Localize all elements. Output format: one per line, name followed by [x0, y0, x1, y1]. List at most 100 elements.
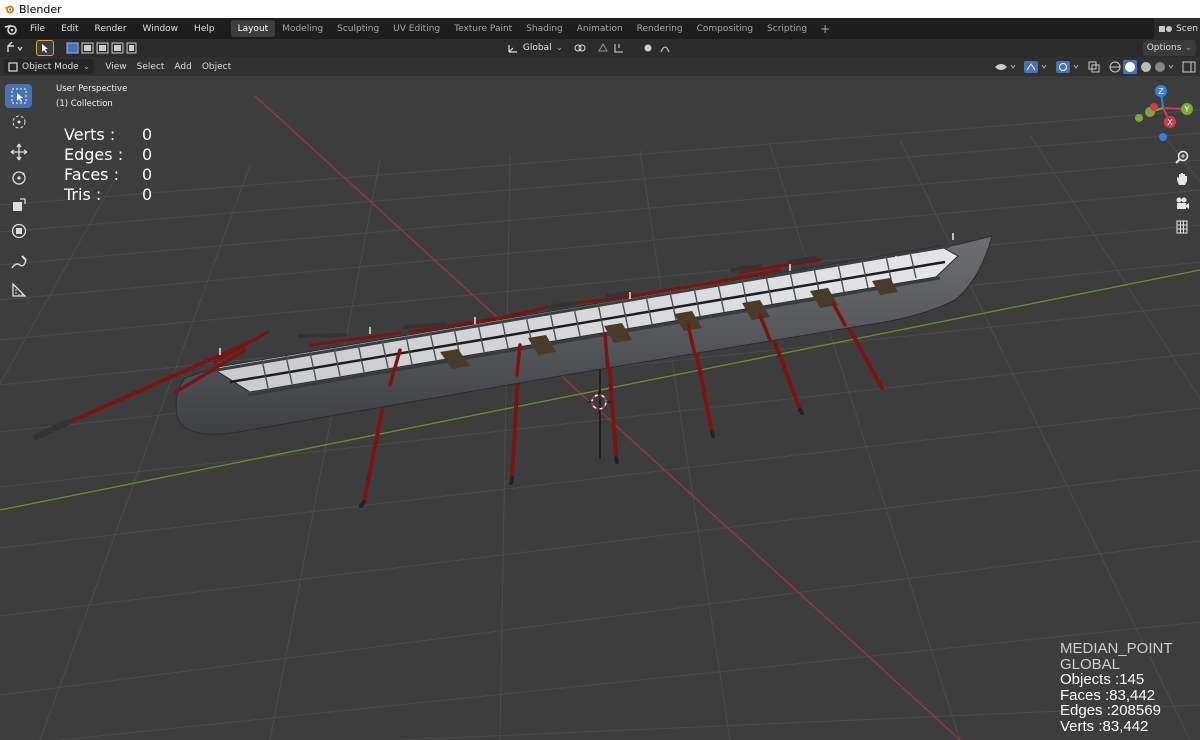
- 3d-viewport[interactable]: Z Y X User Perspective (1) Collection Ve…: [0, 76, 1200, 740]
- tab-layout[interactable]: Layout: [230, 20, 276, 37]
- zoom-button[interactable]: [1171, 146, 1193, 168]
- snap-icon[interactable]: [596, 40, 634, 56]
- viewport-menu-select[interactable]: Select: [132, 62, 170, 72]
- stat-value: 0: [142, 125, 153, 144]
- scene-name: Scen: [1176, 23, 1198, 34]
- gizmo-toggle-icon[interactable]: [1023, 60, 1049, 74]
- menu-render[interactable]: Render: [87, 18, 135, 39]
- pan-hand-icon: [1177, 173, 1187, 185]
- tab-uv-editing[interactable]: UV Editing: [386, 20, 447, 37]
- edges-count: Edges :208569: [1060, 702, 1161, 719]
- select-tool-icon[interactable]: [36, 40, 54, 56]
- orientation-label: Global: [522, 43, 552, 53]
- proportional-edit-icon[interactable]: [640, 40, 680, 56]
- shading-mode-icons[interactable]: [1107, 59, 1177, 74]
- active-collection-label: (1) Collection: [56, 99, 113, 109]
- viewport-scene[interactable]: Z Y X: [0, 76, 1200, 740]
- stat-value: 0: [142, 185, 153, 204]
- stat-row: Edges : 0: [64, 145, 152, 165]
- rotate-tool[interactable]: [5, 166, 32, 190]
- move-tool[interactable]: [5, 140, 32, 164]
- options-label: Options: [1146, 43, 1182, 53]
- cursor-tool[interactable]: [5, 110, 32, 134]
- viewport-menu-object[interactable]: Object: [197, 62, 236, 72]
- zoom-icon: [1175, 150, 1189, 164]
- x-axis-line: [254, 95, 961, 740]
- scene-info-overlay: MEDIAN_POINT GLOBAL Objects :145 Faces :…: [1060, 641, 1173, 734]
- stat-row: Faces : 0: [64, 165, 152, 185]
- menu-edit[interactable]: Edit: [53, 18, 86, 39]
- tab-rendering[interactable]: Rendering: [630, 20, 690, 37]
- tab-texture-paint[interactable]: Texture Paint: [447, 20, 519, 37]
- visibility-icon[interactable]: [993, 61, 1017, 73]
- scale-icon: [12, 198, 26, 211]
- stat-label: Tris :: [64, 185, 102, 204]
- selection-mode-icons[interactable]: [65, 40, 137, 56]
- tab-sculpting[interactable]: Sculpting: [330, 20, 386, 37]
- ortho-grid-icon: [1176, 220, 1188, 234]
- viewport-header: Object Mode ⌄ View Select Add Object: [0, 57, 1200, 76]
- transform-orientation-select[interactable]: Global ⌄: [505, 40, 565, 56]
- rotate-icon: [11, 171, 26, 185]
- stat-row: Verts : 0: [64, 125, 152, 145]
- measure-icon: [11, 282, 27, 297]
- scene-selector[interactable]: Scen: [1154, 18, 1200, 39]
- gizmo-z-label: Z: [1158, 87, 1164, 96]
- annotate-tool[interactable]: [5, 251, 32, 275]
- stat-value: 0: [142, 165, 153, 184]
- menu-window[interactable]: Window: [135, 18, 187, 39]
- faces-count: Faces :83,442: [1060, 686, 1156, 704]
- transform-icon: [11, 223, 26, 239]
- mesh-stats: Verts : 0 Edges : 0 Faces : 0 Tris : 0: [64, 125, 152, 205]
- scene-icon: [1159, 25, 1173, 32]
- tab-scripting[interactable]: Scripting: [760, 20, 814, 37]
- overlays-toggle-icon[interactable]: [1055, 60, 1081, 74]
- ortho-toggle-button[interactable]: [1171, 216, 1193, 238]
- pivot-icon[interactable]: [570, 40, 590, 56]
- verts-count: Verts :83,442: [1060, 717, 1149, 735]
- add-workspace-button[interactable]: +: [814, 22, 836, 36]
- annotate-icon: [10, 255, 27, 269]
- tab-animation[interactable]: Animation: [570, 20, 630, 37]
- stat-label: Faces :: [64, 165, 119, 184]
- viewport-menu-add[interactable]: Add: [169, 62, 196, 72]
- stat-row: Tris : 0: [64, 185, 152, 205]
- menu-help[interactable]: Help: [186, 18, 223, 39]
- stat-label: Verts :: [64, 125, 116, 144]
- transform-tool[interactable]: [5, 219, 32, 243]
- object-mode-select[interactable]: Object Mode ⌄: [4, 59, 95, 74]
- menu-file[interactable]: File: [22, 18, 53, 39]
- mode-label: Object Mode: [22, 61, 79, 72]
- tab-modeling[interactable]: Modeling: [275, 20, 330, 37]
- tab-compositing[interactable]: Compositing: [690, 20, 760, 37]
- blender-menu-icon[interactable]: [0, 18, 22, 39]
- move-icon: [10, 143, 27, 161]
- top-bar: File Edit Render Window Help Layout Mode…: [0, 18, 1200, 39]
- viewport-menu-view[interactable]: View: [100, 62, 131, 72]
- xray-toggle-icon[interactable]: [1087, 60, 1101, 74]
- os-title-bar: Blender: [0, 0, 1200, 18]
- tool-header: Global ⌄ Options ⌄: [0, 39, 1200, 57]
- stat-value: 0: [142, 145, 153, 164]
- measure-tool[interactable]: [5, 278, 32, 302]
- object-mode-icon: [8, 61, 18, 72]
- gizmo-y-label: Y: [1184, 105, 1190, 114]
- camera-view-button[interactable]: [1171, 192, 1193, 214]
- select-box-icon: [11, 88, 26, 104]
- view-perspective-label: User Perspective: [56, 84, 128, 94]
- objects-count: Objects :145: [1060, 671, 1145, 688]
- options-button[interactable]: Options ⌄: [1142, 40, 1196, 56]
- camera-icon: [1176, 197, 1189, 209]
- orientation-info-label: GLOBAL: [1060, 655, 1121, 673]
- select-box-tool[interactable]: [5, 84, 32, 108]
- stat-label: Edges :: [64, 145, 124, 164]
- sidebar-toggle-icon[interactable]: [1181, 60, 1197, 74]
- cursor-icon: [12, 115, 25, 129]
- editor-type-icon[interactable]: [4, 40, 26, 56]
- blender-logo-icon: [4, 5, 14, 14]
- pivot-point-label: MEDIAN_POINT: [1060, 640, 1173, 657]
- pan-button[interactable]: [1171, 168, 1193, 190]
- tab-shading[interactable]: Shading: [519, 20, 570, 37]
- gizmo-x-label: X: [1167, 118, 1173, 127]
- scale-tool[interactable]: [5, 193, 32, 217]
